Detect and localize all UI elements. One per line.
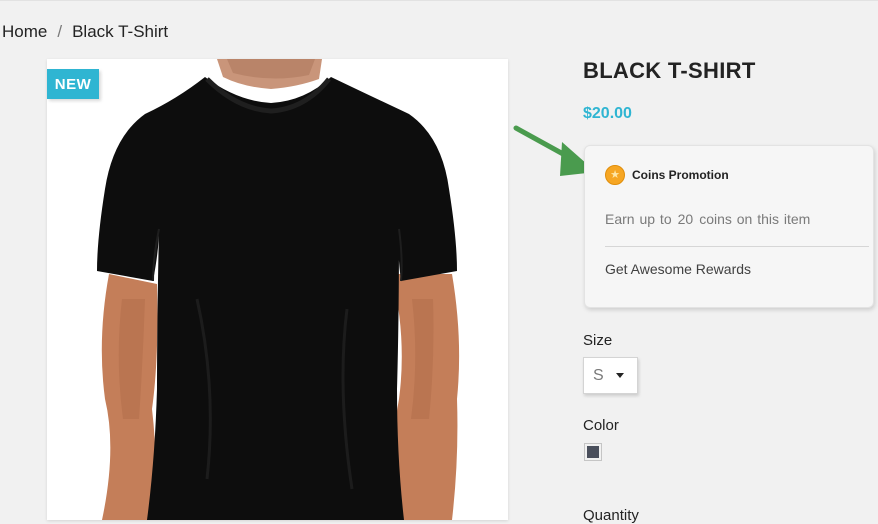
coin-icon: ★: [605, 165, 625, 185]
breadcrumb: Home / Black T-Shirt: [2, 22, 168, 42]
size-label: Size: [583, 332, 613, 349]
product-title: BLACK T-SHIRT: [583, 58, 756, 83]
breadcrumb-home[interactable]: Home: [2, 22, 47, 42]
rewards-link[interactable]: Get Awesome Rewards: [605, 261, 751, 277]
promotion-text-prefix: Earn up to: [605, 211, 672, 227]
promotion-header: ★ Coins Promotion: [605, 165, 729, 185]
color-swatch[interactable]: [584, 443, 602, 461]
size-select-value: S: [593, 366, 604, 384]
breadcrumb-current[interactable]: Black T-Shirt: [72, 22, 168, 42]
caret-down-icon: [615, 373, 624, 378]
promotion-description: Earn up to 20 coins on this item: [605, 211, 810, 227]
size-select[interactable]: S: [583, 357, 638, 394]
tshirt-model-illustration: [97, 59, 460, 520]
promotion-title: Coins Promotion: [632, 168, 729, 182]
product-image[interactable]: [47, 59, 508, 520]
product-price: $20.00: [583, 105, 632, 122]
breadcrumb-separator: /: [57, 22, 63, 41]
promotion-text-suffix: coins on this item: [699, 211, 811, 227]
header-divider: [0, 0, 878, 1]
promotion-divider: [605, 246, 869, 247]
new-badge: NEW: [47, 69, 99, 99]
color-swatch-fill: [587, 446, 599, 458]
coins-promotion-card: ★ Coins Promotion Earn up to 20 coins on t…: [584, 145, 874, 308]
color-label: Color: [583, 417, 619, 434]
promotion-coin-count: 20: [677, 211, 694, 227]
quantity-label: Quantity: [583, 507, 639, 524]
